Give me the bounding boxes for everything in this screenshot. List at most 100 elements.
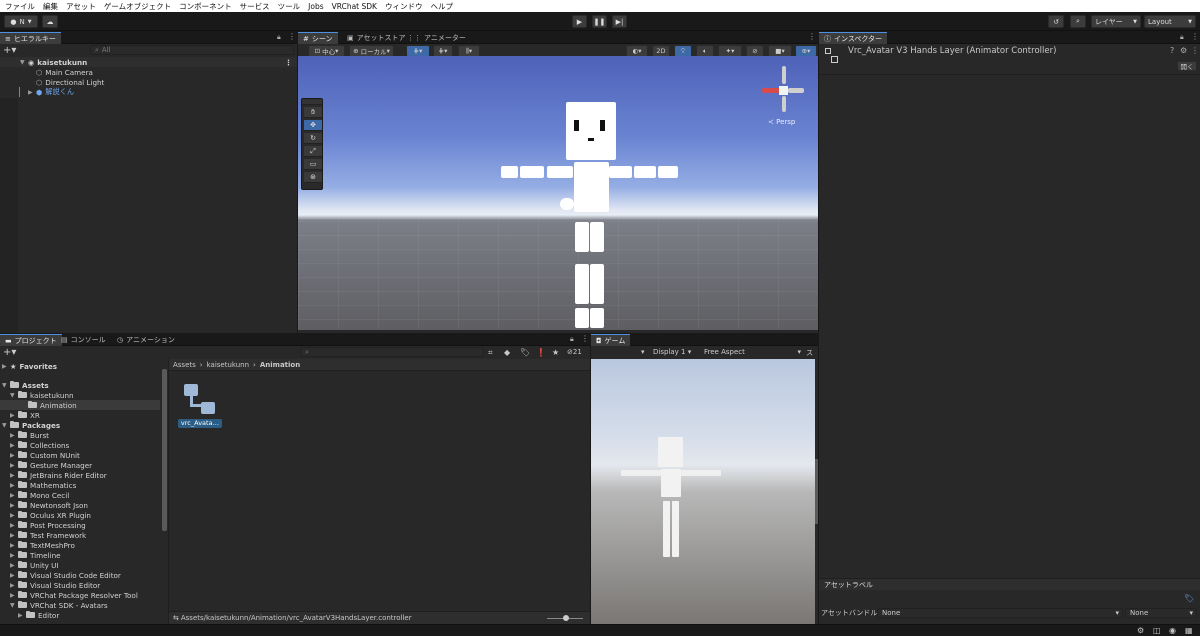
menu-jobs[interactable]: Jobs	[308, 2, 323, 11]
breadcrumb-item[interactable]: Assets	[173, 361, 196, 369]
more-menu-icon[interactable]: ⋮	[288, 32, 296, 41]
search-button[interactable]: ⌕	[1070, 15, 1086, 28]
package-row[interactable]: ▶ Visual Studio Editor	[0, 580, 168, 590]
expand-arrow-icon[interactable]: ▶	[10, 452, 18, 459]
expand-arrow-icon[interactable]: ▶	[10, 502, 18, 509]
tab-asset-store[interactable]: ▣ アセットストア	[342, 32, 411, 44]
favorites-row[interactable]: ▶ ★ Favorites	[0, 361, 168, 371]
layout-dropdown[interactable]: Layout ▼	[1144, 15, 1196, 28]
expand-arrow-icon[interactable]: ▶	[10, 472, 18, 479]
cache-icon[interactable]: ◉	[1169, 626, 1176, 635]
menu-help[interactable]: ヘルプ	[430, 1, 453, 12]
asset-variant-dropdown[interactable]: None ▾	[1125, 608, 1197, 618]
package-row[interactable]: ▶ JetBrains Rider Editor	[0, 470, 168, 480]
step-button[interactable]: ▶|	[612, 15, 627, 28]
expand-arrow-icon[interactable]: ▶	[10, 432, 18, 439]
settings-icon[interactable]: ⚙	[1180, 46, 1187, 55]
breadcrumb-item[interactable]: kaisetukunn	[207, 361, 249, 369]
move-tool-icon[interactable]: ✥	[304, 120, 322, 131]
expand-arrow-icon[interactable]: ▶	[10, 462, 18, 469]
expand-arrow-icon[interactable]: ▶	[10, 542, 18, 549]
add-object-button[interactable]: +▾	[3, 45, 16, 56]
menu-vrchat-sdk[interactable]: VRChat SDK	[332, 2, 377, 11]
expand-arrow-icon[interactable]: ▶	[10, 442, 18, 449]
menu-window[interactable]: ウィンドウ	[385, 1, 423, 12]
layers-dropdown[interactable]: レイヤー ▼	[1091, 15, 1141, 28]
expand-arrow-icon[interactable]: ▶	[10, 552, 18, 559]
warning-icon[interactable]: ❗	[536, 348, 546, 357]
tab-project[interactable]: ▬ プロジェクト	[0, 334, 62, 346]
rect-tool-icon[interactable]: ▭	[304, 159, 322, 170]
package-row[interactable]: ▶ Test Framework	[0, 530, 168, 540]
tools-drag-handle[interactable]	[302, 99, 322, 105]
hierarchy-item[interactable]: ⬡ Directional Light	[0, 77, 297, 87]
hand-tool-icon[interactable]: ✋︎	[304, 107, 322, 118]
package-row[interactable]: ▶ Unity UI	[0, 560, 168, 570]
expand-arrow-icon[interactable]: ▶	[2, 363, 10, 370]
expand-arrow-icon[interactable]: ▶	[10, 562, 18, 569]
label-tag-icon[interactable]: 🏷︎	[1184, 594, 1194, 603]
package-row[interactable]: ▼ VRChat SDK - Avatars	[0, 600, 168, 610]
packages-row[interactable]: ▼ Packages	[0, 420, 168, 430]
orientation-gizmo[interactable]	[760, 66, 810, 116]
expand-arrow-icon[interactable]: ▼	[10, 392, 18, 399]
package-row[interactable]: ▶ Collections	[0, 440, 168, 450]
hierarchy-item[interactable]: ▶ ⬢ 解説くん	[0, 87, 297, 97]
play-button[interactable]: ▶	[572, 15, 587, 28]
menu-edit[interactable]: 編集	[43, 1, 58, 12]
expand-arrow-icon[interactable]: ▶	[28, 89, 36, 96]
expand-arrow-icon[interactable]: ▶	[10, 412, 18, 419]
game-scrollbar[interactable]	[815, 459, 818, 524]
folder-row-selected[interactable]: Animation	[0, 400, 160, 410]
transform-tool-icon[interactable]: ⊛	[304, 172, 322, 183]
package-row[interactable]: ▶ Oculus XR Plugin	[0, 510, 168, 520]
tab-animation[interactable]: ◷ アニメーション	[112, 334, 180, 346]
tree-scrollbar[interactable]	[162, 369, 167, 531]
project-search-input[interactable]: ⌕	[300, 347, 484, 357]
more-menu-icon[interactable]: ⋮	[808, 32, 816, 41]
menu-gameobject[interactable]: ゲームオブジェクト	[104, 1, 171, 12]
package-row[interactable]: ▶ Visual Studio Code Editor	[0, 570, 168, 580]
chevron-down-icon[interactable]: ▾	[641, 348, 645, 356]
menu-tools[interactable]: ツール	[278, 1, 301, 12]
folder-row[interactable]: ▼ kaisetukunn	[0, 390, 168, 400]
network-icon[interactable]: ▦	[1185, 626, 1193, 635]
game-viewport[interactable]	[591, 359, 815, 624]
expand-arrow-icon[interactable]: ▶	[10, 532, 18, 539]
assets-row[interactable]: ▼ Assets	[0, 380, 168, 390]
package-row[interactable]: ▶ Mathematics	[0, 480, 168, 490]
display-dropdown[interactable]: Display 1 ▾	[653, 348, 691, 356]
hierarchy-search-input[interactable]: ⌕ All	[90, 45, 294, 55]
tab-scene[interactable]: # シーン	[298, 32, 338, 44]
package-row[interactable]: ▶ Gesture Manager	[0, 460, 168, 470]
tab-hierarchy[interactable]: ≡ ヒエラルキー	[0, 32, 61, 44]
pause-button[interactable]: ❚❚	[592, 15, 607, 28]
package-row[interactable]: ▶ Timeline	[0, 550, 168, 560]
tab-inspector[interactable]: ⓘ インスペクター	[819, 32, 888, 44]
package-row[interactable]: ▶ TextMeshPro	[0, 540, 168, 550]
menu-services[interactable]: サービス	[240, 1, 270, 12]
progress-icon[interactable]: ◫	[1153, 626, 1161, 635]
expand-arrow-icon[interactable]: ▶	[10, 572, 18, 579]
tab-game[interactable]: ◘ ゲーム	[591, 334, 631, 346]
menu-assets[interactable]: アセット	[66, 1, 96, 12]
tab-console[interactable]: ▤ コンソール	[56, 334, 111, 346]
menu-file[interactable]: ファイル	[5, 1, 35, 12]
expand-arrow-icon[interactable]: ▶	[10, 522, 18, 529]
hierarchy-item[interactable]: ⬡ Main Camera	[0, 67, 297, 77]
expand-arrow-icon[interactable]: ▶	[10, 512, 18, 519]
zoom-slider-thumb[interactable]	[563, 615, 569, 621]
folder-row[interactable]: ▶ XR	[0, 410, 168, 420]
scale-tool-icon[interactable]: ⤢	[304, 146, 322, 157]
package-row[interactable]: ▶ Mono Cecil	[0, 490, 168, 500]
lock-icon[interactable]: 🔒︎	[1180, 33, 1184, 42]
projection-label[interactable]: ≺ Persp	[768, 118, 795, 126]
filter-type-icon[interactable]: ⌗	[488, 348, 493, 358]
expand-arrow-icon[interactable]: ▶	[10, 492, 18, 499]
tab-animator[interactable]: ⋮⋮ アニメーター	[402, 32, 471, 44]
package-row[interactable]: ▶ VRChat Package Resolver Tool	[0, 590, 168, 600]
package-row[interactable]: ▶ Custom NUnit	[0, 450, 168, 460]
folder-row[interactable]: ▶ Editor	[0, 610, 168, 620]
rotate-tool-icon[interactable]: ↻	[304, 133, 322, 144]
expand-arrow-icon[interactable]: ▶	[10, 482, 18, 489]
